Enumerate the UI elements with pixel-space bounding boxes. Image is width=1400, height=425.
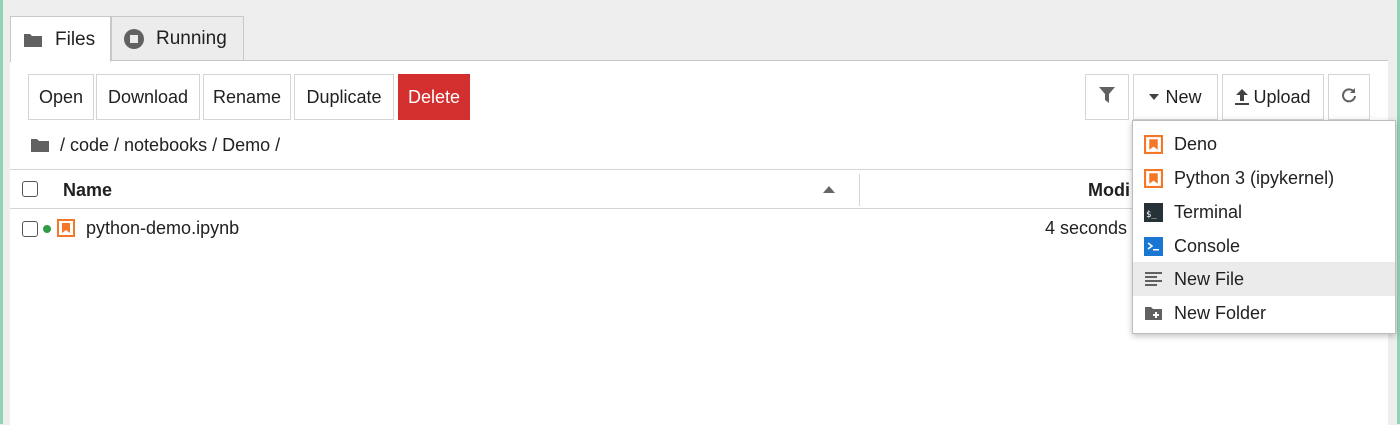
menu-item-new-file[interactable]: New File <box>1133 262 1395 296</box>
text-file-icon <box>1144 270 1163 289</box>
new-menu: Deno Python 3 (ipykernel) $_ Terminal Co… <box>1132 120 1396 334</box>
name-column-header[interactable]: Name <box>63 180 112 201</box>
select-all-checkbox[interactable] <box>22 181 38 197</box>
rename-button[interactable]: Rename <box>203 74 291 120</box>
notebook-icon <box>1144 169 1163 188</box>
folder-icon <box>23 32 43 48</box>
menu-item-deno[interactable]: Deno <box>1133 127 1395 161</box>
column-divider[interactable] <box>859 174 860 206</box>
modified-column-header[interactable]: Modi <box>1088 180 1130 201</box>
menu-item-label: Terminal <box>1174 202 1243 222</box>
menu-item-python3[interactable]: Python 3 (ipykernel) <box>1133 161 1395 195</box>
refresh-icon <box>1341 87 1357 108</box>
duplicate-button[interactable]: Duplicate <box>294 74 394 120</box>
notebook-icon <box>57 219 75 237</box>
caret-down-icon <box>1149 94 1160 100</box>
tab-files-label: Files <box>55 28 96 50</box>
window-edge-left <box>0 0 3 424</box>
upload-button[interactable]: Upload <box>1222 74 1324 120</box>
new-folder-icon <box>1144 304 1163 323</box>
breadcrumb: / code / notebooks / Demo / <box>30 133 280 157</box>
delete-button[interactable]: Delete <box>398 74 470 120</box>
menu-item-label: Deno <box>1174 134 1218 154</box>
upload-button-label: Upload <box>1253 86 1311 107</box>
stop-circle-icon <box>124 28 144 49</box>
filter-icon <box>1099 86 1115 108</box>
menu-item-new-folder[interactable]: New Folder <box>1133 296 1395 330</box>
home-folder-icon[interactable] <box>30 137 50 153</box>
tab-files[interactable]: Files <box>10 16 111 62</box>
refresh-button[interactable] <box>1328 74 1370 120</box>
menu-item-label: New File <box>1174 269 1245 289</box>
download-button[interactable]: Download <box>96 74 200 120</box>
terminal-icon: $_ <box>1144 203 1163 222</box>
upload-icon <box>1235 89 1250 105</box>
tab-running[interactable]: Running <box>111 16 244 61</box>
menu-item-label: New Folder <box>1174 303 1267 323</box>
notebook-icon <box>1144 135 1163 154</box>
tab-running-label: Running <box>156 27 227 49</box>
open-button[interactable]: Open <box>28 74 94 120</box>
svg-text:$_: $_ <box>1146 210 1157 220</box>
row-checkbox[interactable] <box>22 221 38 237</box>
new-button[interactable]: New <box>1133 74 1218 120</box>
filter-button[interactable] <box>1085 74 1129 120</box>
file-name[interactable]: python-demo.ipynb <box>86 218 239 239</box>
new-button-label: New <box>1165 86 1202 107</box>
menu-item-console[interactable]: Console <box>1133 229 1395 263</box>
file-modified: 4 seconds <box>1045 218 1128 238</box>
running-indicator <box>43 225 51 233</box>
console-icon <box>1144 237 1163 256</box>
menu-item-label: Console <box>1174 236 1241 256</box>
breadcrumb-path[interactable]: / code / notebooks / Demo / <box>60 135 280 156</box>
menu-item-label: Python 3 (ipykernel) <box>1174 168 1335 188</box>
menu-item-terminal[interactable]: $_ Terminal <box>1133 195 1395 229</box>
sort-ascending-icon <box>823 186 835 193</box>
